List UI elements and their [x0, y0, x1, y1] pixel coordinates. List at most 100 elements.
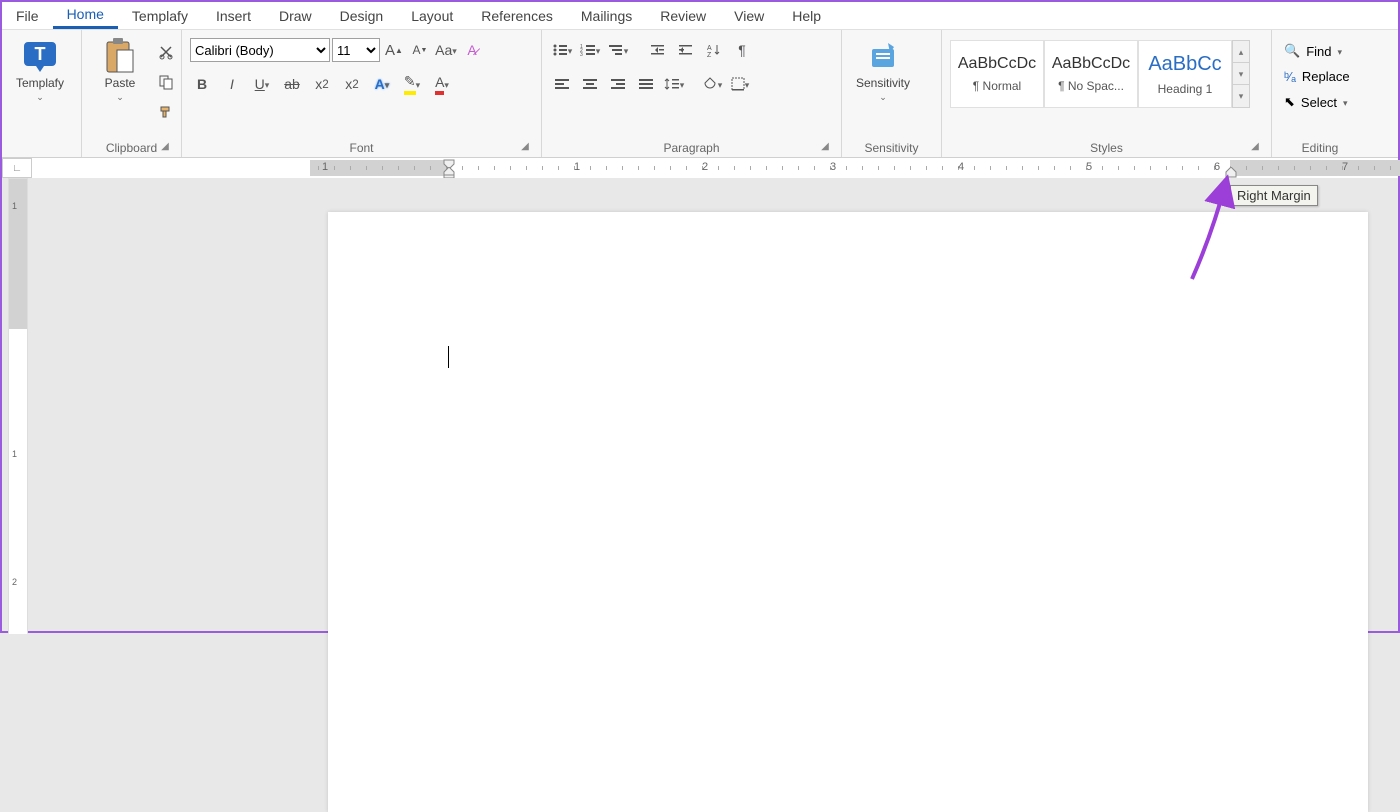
menu-review[interactable]: Review: [646, 4, 720, 28]
align-center-button[interactable]: [578, 72, 602, 96]
sensitivity-button[interactable]: Sensitivity ⌄: [850, 34, 916, 105]
menu-mailings[interactable]: Mailings: [567, 4, 646, 28]
align-right-button[interactable]: [606, 72, 630, 96]
menu-design[interactable]: Design: [326, 4, 398, 28]
sensitivity-label: Sensitivity: [856, 76, 910, 90]
font-name-select[interactable]: Calibri (Body): [190, 38, 330, 62]
group-clipboard: Paste ⌄ Clipboard ◢: [82, 30, 182, 157]
font-size-select[interactable]: 11: [332, 38, 380, 62]
clipboard-launcher[interactable]: ◢: [159, 141, 171, 153]
change-case-button[interactable]: Aa▾: [434, 38, 458, 62]
search-icon: 🔍: [1284, 43, 1300, 59]
shading-button[interactable]: ▾: [700, 72, 724, 96]
paste-button[interactable]: Paste ⌄: [90, 34, 150, 105]
multilevel-list-button[interactable]: ▾: [606, 38, 630, 62]
group-editing: 🔍 Find ▾ ᵇ⁄ₐ Replace ⬉ Select ▾ Editing: [1272, 30, 1368, 157]
ribbon: T Templafy ⌄ Paste ⌄: [2, 30, 1398, 158]
group-styles-label: Styles ◢: [950, 139, 1263, 155]
font-launcher[interactable]: ◢: [519, 141, 531, 153]
format-painter-button[interactable]: [154, 100, 178, 124]
group-font-label: Font ◢: [190, 139, 533, 155]
paragraph-launcher[interactable]: ◢: [819, 141, 831, 153]
tab-selector[interactable]: ∟: [2, 158, 32, 178]
ruler-number: 2: [702, 161, 708, 173]
styles-launcher[interactable]: ◢: [1249, 141, 1261, 153]
align-left-button[interactable]: [550, 72, 574, 96]
right-margin-tooltip: Right Margin: [1230, 185, 1318, 206]
templafy-icon: T: [20, 36, 60, 76]
decrease-indent-button[interactable]: [646, 38, 670, 62]
svg-text:T: T: [35, 44, 46, 64]
menu-layout[interactable]: Layout: [397, 4, 467, 28]
numbering-button[interactable]: 123▾: [578, 38, 602, 62]
templafy-button[interactable]: T Templafy ⌄: [10, 34, 70, 105]
borders-button[interactable]: ▾: [728, 72, 752, 96]
clear-formatting-button[interactable]: A̷: [460, 38, 484, 62]
styles-more-icon[interactable]: ▾: [1233, 85, 1249, 107]
sort-button[interactable]: AZ: [702, 38, 726, 62]
vertical-ruler[interactable]: 1 1 2: [8, 178, 28, 633]
group-paragraph: ▾ 123▾ ▾ AZ ¶: [542, 30, 842, 157]
styles-gallery-nav[interactable]: ▴ ▾ ▾: [1232, 40, 1250, 108]
templafy-label: Templafy: [16, 76, 64, 90]
menu-draw[interactable]: Draw: [265, 4, 326, 28]
bold-button[interactable]: B: [190, 72, 214, 96]
replace-icon: ᵇ⁄ₐ: [1284, 69, 1296, 84]
cursor-icon: ⬉: [1284, 94, 1295, 110]
styles-up-icon[interactable]: ▴: [1233, 41, 1249, 63]
replace-button[interactable]: ᵇ⁄ₐ Replace: [1280, 66, 1354, 87]
ruler-number: 6: [1214, 161, 1220, 173]
menu-help[interactable]: Help: [778, 4, 835, 28]
menubar: File Home Templafy Insert Draw Design La…: [2, 2, 1398, 30]
style-heading-1[interactable]: AaBbCc Heading 1: [1138, 40, 1232, 108]
style-no-spacing[interactable]: AaBbCcDc ¶ No Spac...: [1044, 40, 1138, 108]
underline-button[interactable]: U▾: [250, 72, 274, 96]
justify-button[interactable]: [634, 72, 658, 96]
style-name: ¶ Normal: [973, 79, 1021, 93]
strikethrough-button[interactable]: ab: [280, 72, 304, 96]
show-marks-button[interactable]: ¶: [730, 38, 754, 62]
find-button[interactable]: 🔍 Find ▾: [1280, 40, 1346, 62]
menu-view[interactable]: View: [720, 4, 778, 28]
copy-button[interactable]: [154, 70, 178, 94]
styles-down-icon[interactable]: ▾: [1233, 63, 1249, 85]
menu-home[interactable]: Home: [53, 2, 118, 29]
superscript-button[interactable]: x2: [340, 72, 364, 96]
increase-indent-button[interactable]: [674, 38, 698, 62]
select-button[interactable]: ⬉ Select ▾: [1280, 91, 1352, 113]
svg-text:Z: Z: [707, 52, 712, 57]
document-page[interactable]: [328, 212, 1368, 812]
group-clipboard-label: Clipboard ◢: [90, 139, 173, 155]
horizontal-ruler-area: ∟ 1 1 2 3 4 5 6 7: [2, 158, 1398, 178]
cut-button[interactable]: [154, 40, 178, 64]
menu-insert[interactable]: Insert: [202, 4, 265, 28]
shrink-font-button[interactable]: A▼: [408, 38, 432, 62]
style-name: ¶ No Spac...: [1058, 79, 1124, 93]
paste-icon: [100, 36, 140, 76]
font-color-button[interactable]: A▾: [430, 72, 454, 96]
horizontal-ruler[interactable]: 1 1 2 3 4 5 6 7: [32, 158, 1398, 178]
style-normal[interactable]: AaBbCcDc ¶ Normal: [950, 40, 1044, 108]
chevron-down-icon: ⌄: [879, 92, 887, 103]
menu-templafy[interactable]: Templafy: [118, 4, 202, 28]
svg-text:A: A: [707, 45, 712, 52]
menu-references[interactable]: References: [467, 4, 567, 28]
highlight-button[interactable]: ✎▾: [400, 72, 424, 96]
grow-font-button[interactable]: A▲: [382, 38, 406, 62]
ruler-number: 1: [322, 161, 328, 173]
line-spacing-button[interactable]: ▾: [662, 72, 686, 96]
menu-file[interactable]: File: [2, 4, 53, 28]
chevron-down-icon: ⌄: [116, 92, 124, 103]
group-paragraph-label: Paragraph ◢: [550, 139, 833, 155]
group-font: Calibri (Body) 11 A▲ A▼ Aa▾ A̷ B I U▾ ab…: [182, 30, 542, 157]
style-name: Heading 1: [1158, 82, 1213, 96]
text-effects-button[interactable]: A▾: [370, 72, 394, 96]
italic-button[interactable]: I: [220, 72, 244, 96]
vruler-number: 1: [12, 201, 17, 211]
document-area: [32, 178, 1398, 631]
paste-label: Paste: [105, 76, 136, 90]
bullets-button[interactable]: ▾: [550, 38, 574, 62]
group-sensitivity: Sensitivity ⌄ Sensitivity: [842, 30, 942, 157]
subscript-button[interactable]: x2: [310, 72, 334, 96]
group-templafy-label: [10, 153, 73, 155]
